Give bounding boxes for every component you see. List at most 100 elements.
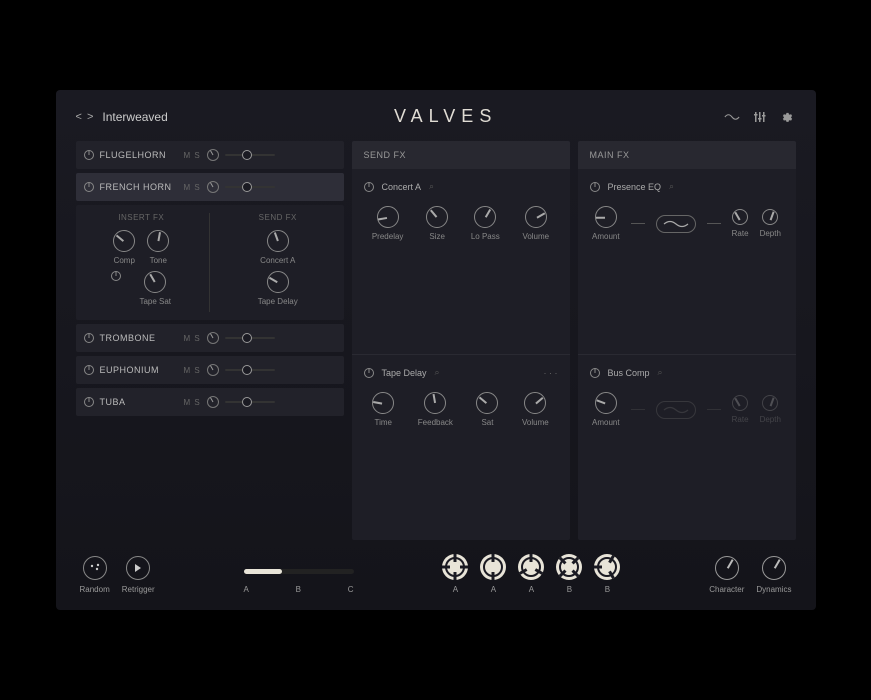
perf-knob-2[interactable] bbox=[480, 554, 506, 580]
perf-knob-4[interactable] bbox=[556, 554, 582, 580]
comp-knob[interactable] bbox=[113, 230, 135, 252]
tapesat-knob[interactable] bbox=[144, 271, 166, 293]
app-window: < > Interweaved VALVES FLUGELHORN M S FR… bbox=[56, 90, 816, 610]
depth-knob[interactable] bbox=[762, 395, 778, 411]
preset-name[interactable]: Interweaved bbox=[102, 110, 167, 124]
pan-knob[interactable] bbox=[207, 149, 219, 161]
wave-selector[interactable] bbox=[656, 215, 696, 233]
rate-knob[interactable] bbox=[732, 209, 748, 225]
instrument-fx-panel: INSERT FX Comp Tone Tape Sat SEND FX Con… bbox=[76, 205, 344, 320]
logo: VALVES bbox=[394, 106, 497, 127]
send-fx-column: SEND FX Concert A ⌕ Predelay Size Lo Pas… bbox=[352, 141, 570, 540]
perf-knob-3[interactable] bbox=[518, 554, 544, 580]
mixer-icon[interactable] bbox=[752, 109, 768, 125]
instrument-french-horn[interactable]: FRENCH HORN M S bbox=[76, 173, 344, 201]
instrument-label: TUBA bbox=[100, 397, 178, 407]
fx-block-bus-comp: Bus Comp ⌕ Amount Rate Depth bbox=[578, 355, 796, 540]
feedback-knob[interactable] bbox=[424, 392, 446, 414]
knob-label: Rate bbox=[732, 415, 749, 424]
retrigger-button[interactable] bbox=[126, 556, 150, 580]
abc-label[interactable]: A bbox=[244, 585, 249, 594]
perf-knob-1[interactable] bbox=[442, 554, 468, 580]
character-knob[interactable] bbox=[715, 556, 739, 580]
fx-name: Tape Delay bbox=[382, 368, 427, 378]
tone-knob[interactable] bbox=[147, 230, 169, 252]
rate-knob[interactable] bbox=[732, 395, 748, 411]
mute-solo[interactable]: M S bbox=[184, 398, 201, 407]
power-icon[interactable] bbox=[590, 182, 600, 192]
instrument-flugelhorn[interactable]: FLUGELHORN M S bbox=[76, 141, 344, 169]
power-icon[interactable] bbox=[590, 368, 600, 378]
footer-right: Character Dynamics bbox=[709, 556, 791, 594]
wave-selector[interactable] bbox=[656, 401, 696, 419]
knob-label: Size bbox=[429, 232, 445, 241]
tape-delay-knob[interactable] bbox=[267, 271, 289, 293]
sat-knob[interactable] bbox=[476, 392, 498, 414]
pan-knob[interactable] bbox=[207, 181, 219, 193]
perf-knob-5[interactable] bbox=[594, 554, 620, 580]
pan-knob[interactable] bbox=[207, 332, 219, 344]
volume-knob[interactable] bbox=[524, 392, 546, 414]
pan-knob[interactable] bbox=[207, 364, 219, 376]
perf-label: A bbox=[491, 585, 496, 594]
concert-a-knob[interactable] bbox=[267, 230, 289, 252]
mute-solo[interactable]: M S bbox=[184, 334, 201, 343]
footer-label: Character bbox=[709, 585, 744, 594]
instrument-label: EUPHONIUM bbox=[100, 365, 178, 375]
lopass-knob[interactable] bbox=[474, 206, 496, 228]
power-icon[interactable] bbox=[84, 333, 94, 343]
power-icon[interactable] bbox=[84, 365, 94, 375]
sync-indicator[interactable]: · · · bbox=[544, 368, 558, 378]
pan-knob[interactable] bbox=[207, 396, 219, 408]
volume-slider[interactable] bbox=[225, 369, 275, 371]
instruments-column: FLUGELHORN M S FRENCH HORN M S INSERT FX… bbox=[76, 141, 344, 540]
knob-label: Amount bbox=[592, 418, 620, 427]
search-icon[interactable]: ⌕ bbox=[658, 367, 663, 378]
perf-label: B bbox=[605, 585, 610, 594]
instrument-label: FLUGELHORN bbox=[100, 150, 178, 160]
abc-slider[interactable] bbox=[244, 569, 354, 574]
volume-slider[interactable] bbox=[225, 401, 275, 403]
footer-label: Dynamics bbox=[756, 585, 791, 594]
search-icon[interactable]: ⌕ bbox=[435, 367, 440, 378]
instrument-euphonium[interactable]: EUPHONIUM M S bbox=[76, 356, 344, 384]
preset-prev-next-icon[interactable]: < > bbox=[76, 111, 95, 123]
gear-icon[interactable] bbox=[780, 109, 796, 125]
volume-slider[interactable] bbox=[225, 154, 275, 156]
abc-label[interactable]: B bbox=[296, 585, 301, 594]
power-icon[interactable] bbox=[84, 150, 94, 160]
dynamics-knob[interactable] bbox=[762, 556, 786, 580]
power-icon[interactable] bbox=[364, 182, 374, 192]
amount-knob[interactable] bbox=[595, 206, 617, 228]
wave-icon[interactable] bbox=[724, 109, 740, 125]
instrument-label: TROMBONE bbox=[100, 333, 178, 343]
time-knob[interactable] bbox=[372, 392, 394, 414]
power-icon[interactable] bbox=[111, 271, 121, 281]
size-knob[interactable] bbox=[426, 206, 448, 228]
instrument-tuba[interactable]: TUBA M S bbox=[76, 388, 344, 416]
column-header: MAIN FX bbox=[578, 141, 796, 169]
search-icon[interactable]: ⌕ bbox=[669, 181, 674, 192]
footer-left: Random Retrigger bbox=[80, 556, 155, 594]
power-icon[interactable] bbox=[84, 397, 94, 407]
search-icon[interactable]: ⌕ bbox=[429, 181, 434, 192]
perf-label: A bbox=[529, 585, 534, 594]
predelay-knob[interactable] bbox=[377, 206, 399, 228]
mute-solo[interactable]: M S bbox=[184, 151, 201, 160]
mute-solo[interactable]: M S bbox=[184, 183, 201, 192]
mute-solo[interactable]: M S bbox=[184, 366, 201, 375]
amount-knob[interactable] bbox=[595, 392, 617, 414]
fx-block-presence-eq: Presence EQ ⌕ Amount Rate Depth bbox=[578, 169, 796, 355]
volume-slider[interactable] bbox=[225, 186, 275, 188]
abc-label[interactable]: C bbox=[348, 585, 354, 594]
knob-label: Rate bbox=[732, 229, 749, 238]
perf-label: B bbox=[567, 585, 572, 594]
depth-knob[interactable] bbox=[762, 209, 778, 225]
random-button[interactable] bbox=[83, 556, 107, 580]
volume-slider[interactable] bbox=[225, 337, 275, 339]
knob-label: Tone bbox=[150, 256, 167, 265]
power-icon[interactable] bbox=[364, 368, 374, 378]
instrument-trombone[interactable]: TROMBONE M S bbox=[76, 324, 344, 352]
volume-knob[interactable] bbox=[525, 206, 547, 228]
power-icon[interactable] bbox=[84, 182, 94, 192]
